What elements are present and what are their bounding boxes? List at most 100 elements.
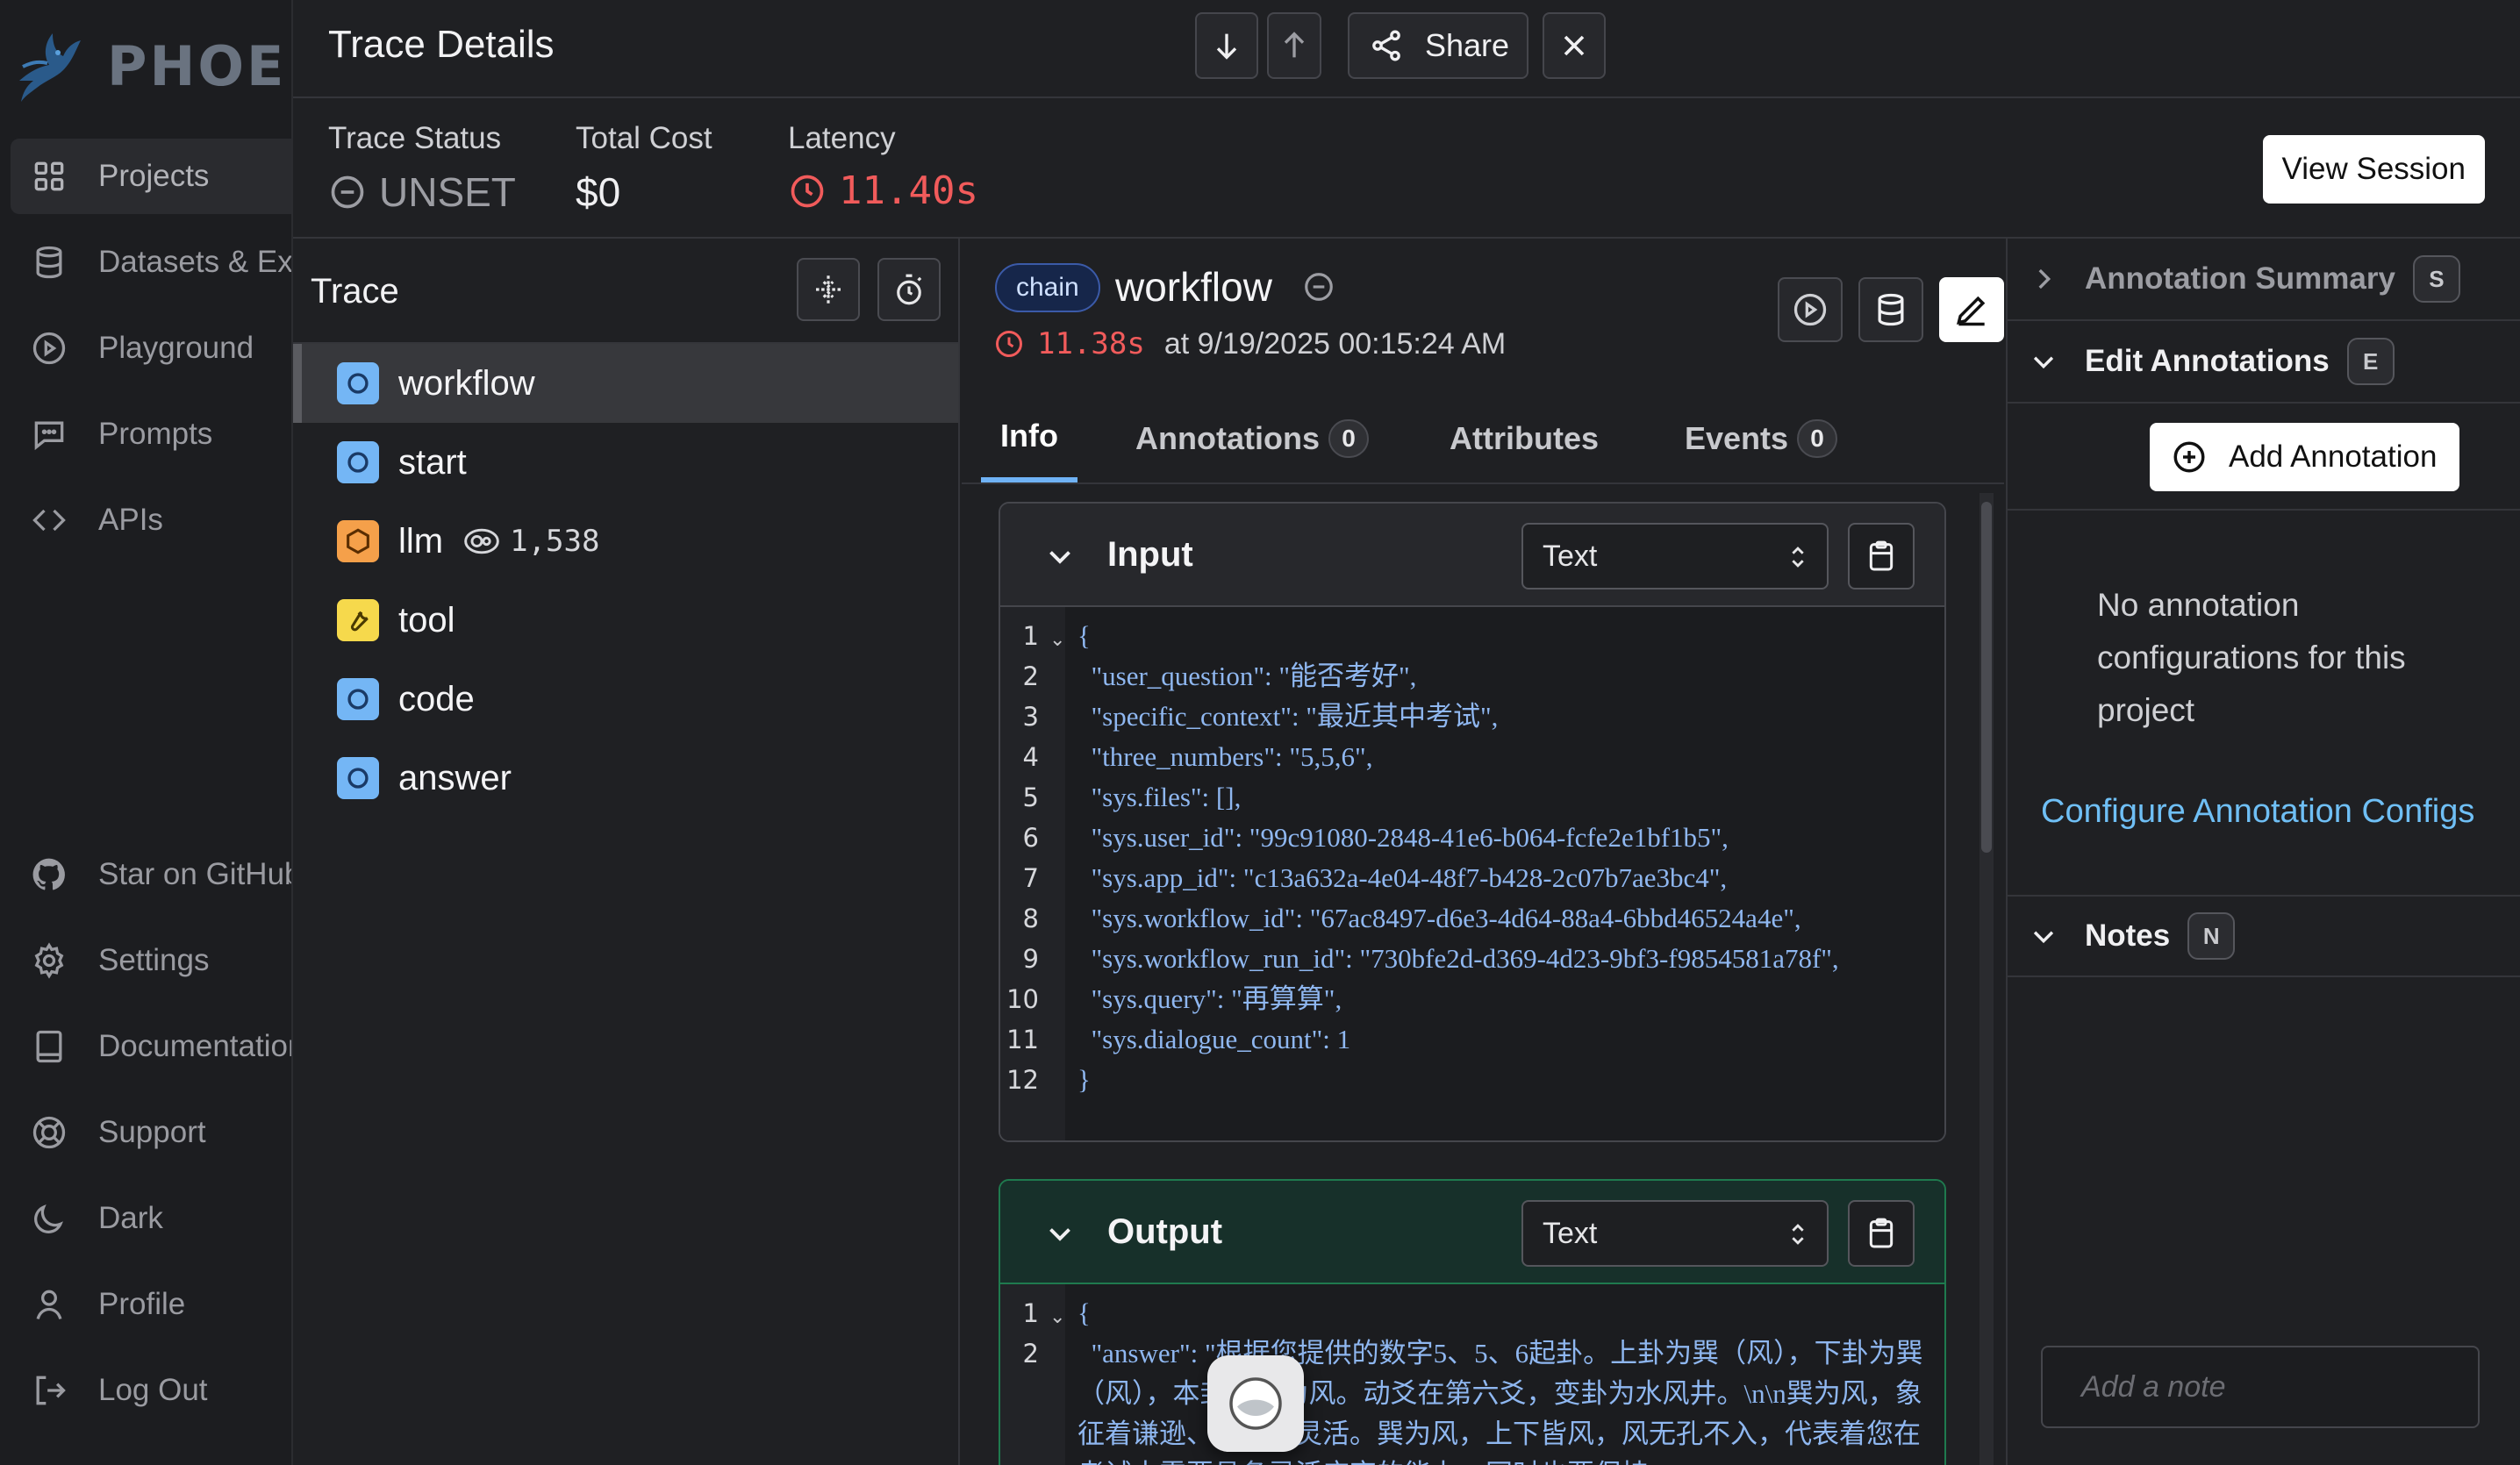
- arrow-up-icon: [1284, 32, 1305, 58]
- span-row-answer[interactable]: answer: [293, 739, 958, 818]
- playground-button[interactable]: [1778, 277, 1843, 342]
- nav-label: Support: [98, 1115, 206, 1149]
- code-text: "sys.workflow_run_id": "730bfe2d-d369-4d…: [1077, 943, 1839, 974]
- github-icon: [32, 858, 65, 890]
- span-timing: 11.38s at 9/19/2025 00:15:24 AM: [993, 326, 1506, 361]
- code-text: "three_numbers": "5,5,6",: [1077, 741, 1373, 772]
- fold-icon[interactable]: ⌄: [1049, 619, 1065, 660]
- code-text: "sys.user_id": "99c91080-2848-41e6-b064-…: [1077, 822, 1729, 853]
- book-icon: [36, 1030, 62, 1063]
- nav-item-prompts[interactable]: Prompts: [11, 397, 291, 472]
- tab-info[interactable]: Info: [981, 395, 1077, 482]
- add-annotation-label: Add Annotation: [2229, 440, 2438, 474]
- nav-item-datasets[interactable]: Datasets & Experiments: [11, 225, 291, 300]
- previous-trace-button[interactable]: [1267, 12, 1321, 79]
- code-text: "sys.app_id": "c13a632a-4e04-48f7-b428-2…: [1077, 862, 1728, 893]
- chevron-up-down-icon: [1792, 1224, 1804, 1245]
- output-code-view[interactable]: 1 ⌄{ 2 "answer": "根据您提供的数字5、5、6起卦。上卦为巽（风）…: [1000, 1284, 1944, 1465]
- tab-events[interactable]: Events 0: [1664, 395, 1858, 482]
- copy-output-button[interactable]: [1848, 1200, 1915, 1267]
- nav-item-settings[interactable]: Settings: [11, 923, 291, 998]
- tab-attributes[interactable]: Attributes: [1428, 395, 1620, 482]
- scroll-thumb[interactable]: [1981, 502, 1992, 853]
- fold-icon[interactable]: ⌄: [1049, 1297, 1065, 1337]
- trace-details-panel: Trace Details Share Trace Status UNSET T…: [293, 0, 2520, 1465]
- add-annotation-button[interactable]: Add Annotation: [2150, 423, 2460, 491]
- notes-section[interactable]: Notes N: [2008, 895, 2520, 977]
- code-line: 4 "three_numbers": "5,5,6",: [1000, 737, 1944, 777]
- line-number: 2: [1022, 661, 1039, 691]
- add-to-dataset-button[interactable]: [1858, 277, 1923, 342]
- section-title: Annotation Summary: [2085, 261, 2395, 296]
- input-code-view[interactable]: 1 ⌄{ 2 "user_question": "能否考好", 3 "specif…: [1000, 607, 1944, 1140]
- details-scrollbar[interactable]: [1979, 493, 1994, 1465]
- nav-label: Projects: [98, 159, 210, 193]
- next-trace-button[interactable]: [1195, 12, 1258, 79]
- token-count: 1,538: [462, 522, 599, 561]
- select-value: Text: [1543, 539, 1598, 573]
- configure-annotation-link[interactable]: Configure Annotation Configs: [2041, 791, 2480, 832]
- input-card-header[interactable]: Input Text: [1000, 504, 1944, 607]
- nav-label: Documentation: [98, 1029, 293, 1063]
- code-line: 1 ⌄{: [1000, 1293, 1944, 1333]
- annotate-button[interactable]: [1939, 277, 2004, 342]
- chevron-down-icon[interactable]: [1044, 1218, 1076, 1249]
- moon-icon: [34, 1204, 63, 1233]
- nav-item-projects[interactable]: Projects: [11, 139, 291, 214]
- brand-name: PHOENIX: [107, 33, 291, 98]
- code-line: 2 "answer": "根据您提供的数字5、5、6起卦。上卦为巽（风），下卦为…: [1000, 1333, 1944, 1465]
- code-text: "sys.query": "再算算",: [1077, 983, 1342, 1014]
- nav-item-theme[interactable]: Dark: [11, 1181, 291, 1256]
- nav-item-profile[interactable]: Profile: [11, 1267, 291, 1342]
- nav-item-apis[interactable]: APIs: [11, 482, 291, 558]
- floating-assistant-button[interactable]: [1207, 1355, 1304, 1452]
- play-circle-icon: [32, 332, 66, 365]
- span-row-llm[interactable]: llm 1,538: [293, 502, 958, 581]
- line-number: 3: [1022, 702, 1039, 732]
- span-row-workflow[interactable]: workflow: [293, 344, 958, 423]
- chain-span-icon: [337, 362, 379, 404]
- total-cost-label: Total Cost: [576, 121, 712, 155]
- nav-item-logout[interactable]: Log Out: [11, 1353, 291, 1428]
- chevron-down-icon: [2033, 931, 2054, 944]
- span-row-start[interactable]: start: [293, 423, 958, 502]
- section-title: Edit Annotations: [2085, 344, 2330, 378]
- view-session-button[interactable]: View Session: [2262, 135, 2485, 204]
- output-card-header[interactable]: Output Text: [1000, 1181, 1944, 1284]
- pencil-icon: [1956, 296, 1986, 326]
- span-name: answer: [398, 758, 512, 797]
- annotation-summary-section[interactable]: Annotation Summary S: [2008, 239, 2520, 321]
- copy-input-button[interactable]: [1848, 523, 1915, 590]
- nav-item-support[interactable]: Support: [11, 1095, 291, 1170]
- collapse-expand-button[interactable]: [797, 258, 860, 321]
- output-format-select[interactable]: Text: [1521, 1200, 1829, 1267]
- nav-item-documentation[interactable]: Documentation: [11, 1009, 293, 1084]
- nav-item-github[interactable]: Star on GitHub: [11, 837, 291, 912]
- span-name: llm: [398, 521, 444, 561]
- brand[interactable]: PHOENIX: [14, 26, 291, 105]
- span-row-tool[interactable]: tool: [293, 581, 958, 660]
- chain-span-icon: [337, 757, 379, 799]
- nav-label: Settings: [98, 943, 210, 977]
- code-line: 11 "sys.dialogue_count": 1: [1000, 1019, 1944, 1060]
- line-number: 9: [1022, 944, 1039, 974]
- span-row-code[interactable]: code: [293, 660, 958, 739]
- timing-toggle-button[interactable]: [877, 258, 941, 321]
- span-kind-badge: chain: [995, 263, 1100, 312]
- code-line: 5 "sys.files": [],: [1000, 777, 1944, 818]
- tab-count-badge: 0: [1328, 419, 1369, 458]
- share-button[interactable]: Share: [1348, 12, 1528, 79]
- empty-annotations-message: No annotation configurations for this pr…: [2097, 587, 2406, 728]
- code-line: 7 "sys.app_id": "c13a632a-4e04-48f7-b428…: [1000, 858, 1944, 898]
- edit-annotations-section[interactable]: Edit Annotations E: [2008, 321, 2520, 404]
- input-format-select[interactable]: Text: [1521, 523, 1829, 590]
- close-button[interactable]: [1543, 12, 1606, 79]
- chevron-down-icon: [2033, 356, 2054, 369]
- note-input[interactable]: Add a note: [2041, 1346, 2480, 1428]
- chevron-down-icon[interactable]: [1044, 540, 1076, 572]
- span-timestamp: at 9/19/2025 00:15:24 AM: [1163, 326, 1507, 361]
- nav-item-playground[interactable]: Playground: [11, 311, 291, 386]
- tab-annotations[interactable]: Annotations 0: [1114, 395, 1390, 482]
- chain-span-icon: [337, 678, 379, 720]
- tab-label: Annotations: [1135, 420, 1320, 456]
